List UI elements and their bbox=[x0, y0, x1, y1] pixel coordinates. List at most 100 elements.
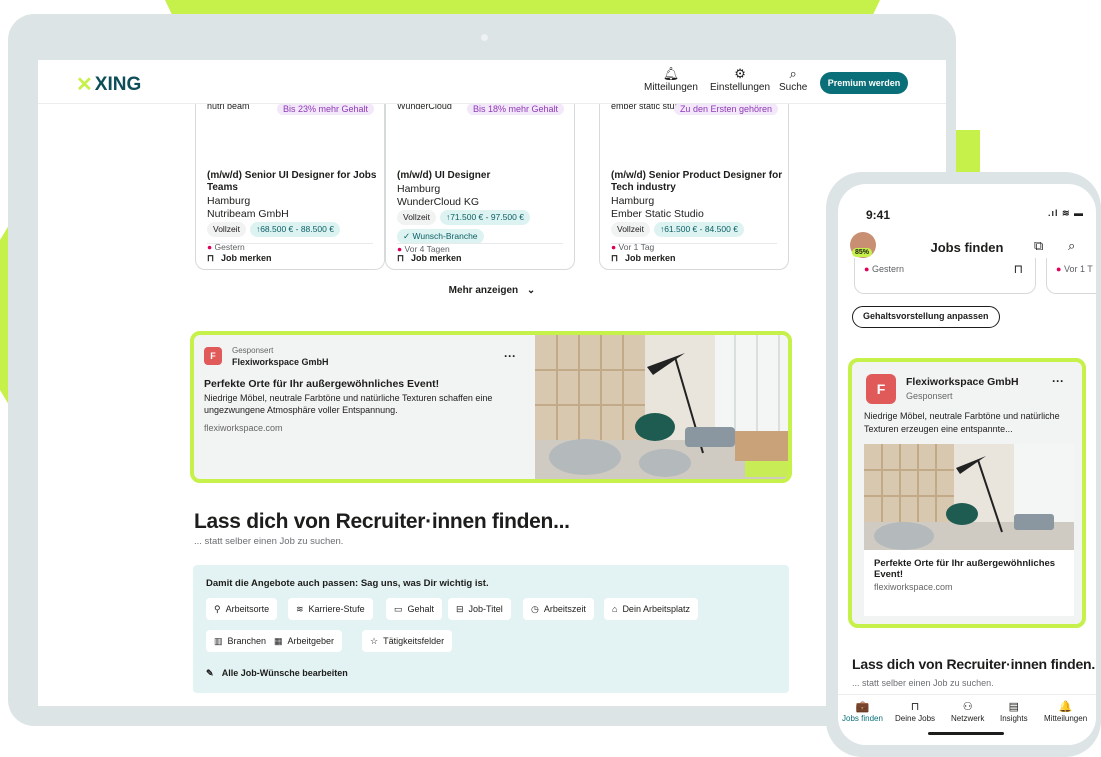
stage: nutri beam Bis 23% mehr Gehalt (m/w/d) Sen… bbox=[0, 0, 1101, 757]
phone-ad-url[interactable]: flexiworkspace.com bbox=[874, 582, 1064, 592]
phone-section-title: Lass dich von Recruiter·innen finden... bbox=[852, 656, 1096, 672]
salary-badge: Bis 18% mehr Gehalt bbox=[466, 103, 564, 115]
job-card[interactable]: nutri beam Bis 23% mehr Gehalt (m/w/d) Sen… bbox=[195, 90, 385, 270]
phone-tab[interactable]: ▤ Insights bbox=[1000, 701, 1028, 723]
phone-ad-office-photo bbox=[864, 444, 1074, 550]
card-divider bbox=[397, 243, 563, 244]
home-icon: ⌂ bbox=[612, 604, 618, 614]
nav-einstellungen[interactable]: ⚙ Einstellungen bbox=[710, 66, 770, 93]
pencil-icon: ✎ bbox=[206, 668, 214, 678]
nav-mitteilungen[interactable]: 🔔︎ Mitteilungen bbox=[644, 66, 698, 93]
industry-icon: ▥ bbox=[214, 636, 223, 646]
sponsored-ad-card[interactable]: F Gesponsert Flexiworkspace GmbH ··· Per… bbox=[190, 331, 792, 483]
messages-icon[interactable]: ⧉ bbox=[1034, 238, 1043, 254]
job-company: Nutribeam GmbH bbox=[207, 208, 289, 220]
nav-suche[interactable]: ⌕ Suche bbox=[779, 66, 807, 93]
phone-sponsored-ad-card[interactable]: F Flexiworkspace GmbH Gesponsert ··· Nie… bbox=[848, 358, 1086, 628]
save-job-label: Job merken bbox=[411, 253, 462, 263]
nav-suche-label: Suche bbox=[779, 82, 808, 93]
nav-mitteilungen-label: Mitteilungen bbox=[644, 82, 698, 93]
save-job-button[interactable]: ⊓ Job merken bbox=[611, 253, 676, 264]
wish-industry-chip: ✓ Wunsch-Branche bbox=[397, 229, 484, 244]
preference-pill[interactable]: ⊟ Job-Titel bbox=[448, 598, 511, 620]
salary-range-chip: ↑61.500 € - 84.500 € bbox=[653, 222, 744, 237]
preference-pill[interactable]: ⚲ Arbeitsorte bbox=[206, 598, 278, 620]
job-company: Ember Static Studio bbox=[611, 208, 704, 220]
insights-icon: ▤ bbox=[1008, 701, 1019, 713]
gear-icon: ⚙ bbox=[734, 66, 746, 81]
employment-type-chip: Vollzeit bbox=[207, 222, 246, 237]
people-icon: ⚇ bbox=[962, 701, 973, 713]
more-options-icon[interactable]: ··· bbox=[1052, 374, 1064, 388]
salary-badge: Zu den Ersten gehören bbox=[673, 103, 778, 115]
phone-card2-posted-label: Vor 1 T bbox=[1063, 264, 1093, 274]
job-card[interactable]: WunderCloud Bis 18% mehr Gehalt (m/w/d) UI… bbox=[385, 90, 575, 270]
career-level-icon: ≋ bbox=[296, 604, 304, 614]
status-icons: .ıl ≋ ▬ bbox=[1048, 208, 1085, 218]
preference-pill[interactable]: ≋ Karriere-Stufe bbox=[288, 598, 373, 620]
phone-ad-description: Niedrige Möbel, neutrale Farbtöne und na… bbox=[864, 411, 1060, 434]
job-card[interactable]: ember static studio Zu den Ersten gehören… bbox=[599, 90, 789, 270]
ad-url[interactable]: flexiworkspace.com bbox=[204, 423, 283, 433]
preference-pill-label: Dein Arbeitsplatz bbox=[622, 604, 690, 614]
premium-button[interactable]: Premium werden bbox=[820, 72, 908, 94]
edit-preferences-link[interactable]: ✎ Alle Job-Wünsche bearbeiten bbox=[206, 668, 348, 679]
preference-pill[interactable]: ☆ Tätigkeitsfelder bbox=[362, 630, 453, 652]
job-title[interactable]: (m/w/d) Senior UI Designer for Jobs Team… bbox=[207, 170, 379, 194]
phone-ad-headline: Perfekte Orte für Ihr außergewöhnliches … bbox=[874, 558, 1056, 580]
field-icon: ☆ bbox=[370, 636, 379, 646]
phone-header: 85% Jobs finden ⧉ ⌕ bbox=[838, 224, 1096, 258]
tablet-camera bbox=[481, 34, 488, 41]
xing-logo[interactable]: ✕ XING bbox=[76, 72, 141, 97]
job-title[interactable]: (m/w/d) Senior Product Designer for Tech… bbox=[611, 170, 783, 194]
bell-icon: 🔔 bbox=[1058, 701, 1073, 713]
salary-range-chip: ↑68.500 € - 88.500 € bbox=[249, 222, 340, 237]
phone-tab[interactable]: ⊓ Deine Jobs bbox=[895, 701, 935, 723]
preference-pill[interactable]: ◷ Arbeitszeit bbox=[523, 598, 594, 620]
more-options-icon[interactable]: ··· bbox=[504, 349, 516, 363]
phone-tab-label: Jobs finden bbox=[842, 714, 883, 723]
show-more-button[interactable]: Mehr anzeigen ⌄ bbox=[38, 285, 946, 296]
job-chips: Vollzeit ↑71.500 € - 97.500 € ✓ Wunsch-Bra… bbox=[397, 210, 573, 244]
preference-pill-label: Tätigkeitsfelder bbox=[383, 636, 445, 646]
ad-office-photo bbox=[535, 335, 788, 479]
preference-pill[interactable]: ▭ Gehalt bbox=[386, 598, 443, 620]
phone-card2-posted: ● Vor 1 T bbox=[1056, 264, 1093, 274]
card-divider bbox=[611, 243, 777, 244]
phone-page-title: Jobs finden bbox=[930, 240, 1004, 255]
ad-company-name: Flexiworkspace GmbH bbox=[232, 357, 329, 367]
search-icon[interactable]: ⌕ bbox=[1068, 238, 1075, 254]
save-job-button[interactable]: ⊓ Job merken bbox=[207, 253, 272, 264]
preference-pill-label: Branchen bbox=[227, 636, 267, 646]
home-indicator bbox=[928, 732, 1004, 735]
job-title[interactable]: (m/w/d) UI Designer bbox=[397, 170, 569, 182]
preference-pill[interactable]: ▦ Arbeitgeber bbox=[266, 630, 343, 652]
job-company: WunderCloud KG bbox=[397, 196, 480, 208]
flexiworkspace-logo: F bbox=[204, 347, 222, 365]
preference-pill[interactable]: ⌂ Dein Arbeitsplatz bbox=[604, 598, 698, 620]
xing-logo-text: XING bbox=[94, 73, 142, 95]
nav-einstellungen-label: Einstellungen bbox=[710, 82, 771, 93]
bookmark-icon[interactable]: ⊓ bbox=[1014, 262, 1023, 276]
flexiworkspace-logo: F bbox=[866, 374, 896, 404]
save-job-label: Job merken bbox=[625, 253, 676, 263]
save-job-label: Job merken bbox=[221, 253, 272, 263]
phone-tab-label: Netzwerk bbox=[951, 714, 985, 723]
xing-logo-mark: ✕ bbox=[76, 74, 93, 96]
employer-icon: ▦ bbox=[274, 636, 283, 646]
salary-badge: Bis 23% mehr Gehalt bbox=[276, 103, 374, 115]
preference-pill-label: Karriere-Stufe bbox=[308, 604, 365, 614]
phone-tab[interactable]: ⚇ Netzwerk bbox=[951, 701, 984, 723]
employment-type-chip: Vollzeit bbox=[611, 222, 650, 237]
preference-pill[interactable]: ▥ Branchen bbox=[206, 630, 275, 652]
save-job-button[interactable]: ⊓ Job merken bbox=[397, 253, 462, 264]
phone-tab[interactable]: 💼 Jobs finden bbox=[842, 701, 883, 723]
ad-sponsored-label: Gesponsert bbox=[232, 346, 274, 355]
preference-pill-label: Job-Titel bbox=[468, 604, 503, 614]
job-city: Hamburg bbox=[207, 195, 251, 207]
phone-ad-sponsored: Gesponsert bbox=[906, 391, 953, 401]
phone-tab[interactable]: 🔔 Mitteilungen bbox=[1044, 701, 1087, 723]
phone-tab-bar: 💼 Jobs finden ⊓ Deine Jobs ⚇ Netzwerk ▤ Insight… bbox=[838, 694, 1096, 745]
bookmark-icon: ⊓ bbox=[397, 253, 405, 263]
salary-expectation-button[interactable]: Gehaltsvorstellung anpassen bbox=[852, 306, 1000, 328]
